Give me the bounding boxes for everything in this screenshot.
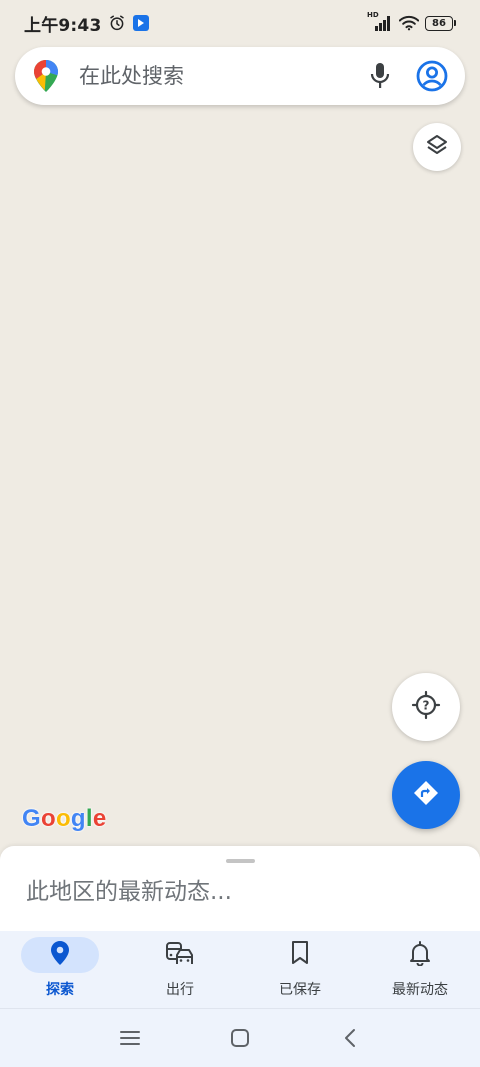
map-layers-button[interactable] [413, 123, 461, 171]
nav-item-commute[interactable]: 出行 [120, 931, 240, 1008]
wifi-icon [399, 13, 419, 33]
my-location-button[interactable]: ? [392, 673, 460, 741]
microphone-icon[interactable] [363, 59, 397, 93]
bell-icon [409, 940, 431, 970]
google-maps-pin-icon [33, 59, 61, 93]
nav-label-saved: 已保存 [279, 982, 321, 998]
status-time: 上午9:43 [24, 15, 102, 36]
search-input[interactable] [77, 55, 363, 97]
directions-icon [411, 778, 441, 812]
search-bar[interactable] [15, 47, 465, 105]
nav-label-explore: 探索 [46, 982, 74, 998]
latest-updates-sheet[interactable]: 此地区的最新动态... [0, 846, 480, 936]
system-navigation-bar [0, 1009, 480, 1067]
commute-icon [165, 940, 195, 970]
status-bar: 上午9:43 HD 86 [0, 0, 480, 46]
status-left: 上午9:43 [24, 11, 150, 36]
signal-icon: HD [367, 11, 393, 33]
notification-app-icon [133, 15, 150, 31]
battery-icon: 86 [425, 15, 456, 31]
menu-icon[interactable] [115, 1023, 145, 1053]
home-icon[interactable] [225, 1023, 255, 1053]
layers-icon [425, 133, 449, 161]
back-icon[interactable] [335, 1023, 365, 1053]
nav-label-commute: 出行 [166, 982, 194, 998]
directions-button[interactable] [392, 761, 460, 829]
sheet-drag-handle[interactable] [226, 859, 255, 863]
location-unknown-icon: ? [411, 690, 441, 724]
svg-text:?: ? [423, 699, 430, 713]
sheet-title: 此地区的最新动态... [26, 879, 232, 905]
account-icon[interactable] [415, 59, 449, 93]
alarm-icon [107, 13, 127, 33]
nav-item-explore[interactable]: 探索 [0, 931, 120, 1008]
location-pin-icon [50, 940, 70, 970]
battery-level: 86 [425, 15, 453, 31]
status-right: HD 86 [367, 11, 456, 33]
nav-label-updates: 最新动态 [392, 982, 448, 998]
bookmark-icon [290, 940, 310, 970]
nav-item-saved[interactable]: 已保存 [240, 931, 360, 1008]
bottom-navigation: 探索 出行 已保存 最新动态 [0, 931, 480, 1009]
google-logo: Google [22, 805, 107, 832]
network-label: HD [367, 11, 379, 19]
nav-item-updates[interactable]: 最新动态 [360, 931, 480, 1008]
